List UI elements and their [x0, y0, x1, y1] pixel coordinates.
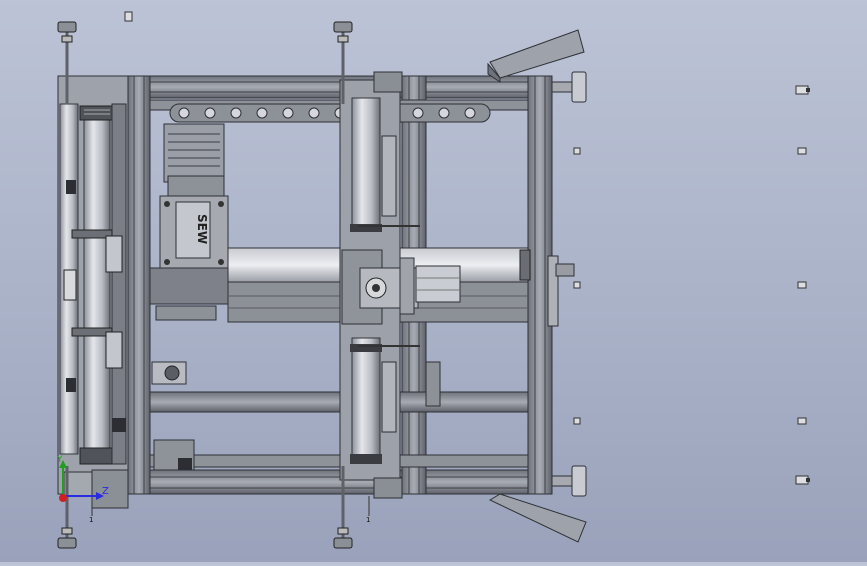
callout-mid-number: 1	[366, 516, 370, 524]
center-carriage[interactable]	[339, 71, 461, 499]
sensor-block[interactable]	[151, 361, 195, 471]
chain-link-hole	[438, 107, 450, 119]
gear-motor[interactable]: SEW	[149, 123, 231, 321]
callout-mid: 1	[366, 496, 370, 524]
left-roller-assembly[interactable]	[57, 75, 129, 509]
chain-link-hole	[230, 107, 242, 119]
motor-brand-label: SEW	[195, 214, 209, 244]
cad-viewport[interactable]: SEW 1 1 Y Z	[0, 0, 867, 562]
callout-left-number: 1	[89, 516, 93, 524]
triad-y-label: Y	[56, 455, 63, 465]
top-chain-track[interactable]	[169, 103, 491, 123]
chain-link-hole	[256, 107, 268, 119]
chain-link-hole	[464, 107, 476, 119]
chain-link-hole	[204, 107, 216, 119]
chain-link-hole	[282, 107, 294, 119]
chain-link-hole	[412, 107, 424, 119]
leveling-foot-top[interactable]	[551, 71, 587, 103]
triad-z-label: Z	[102, 486, 109, 497]
top-right-guide[interactable]	[487, 29, 585, 83]
chain-link-hole	[178, 107, 190, 119]
bottom-right-guide[interactable]	[488, 493, 587, 543]
chain-link-hole	[308, 107, 320, 119]
leveling-foot-bottom[interactable]	[551, 465, 587, 497]
